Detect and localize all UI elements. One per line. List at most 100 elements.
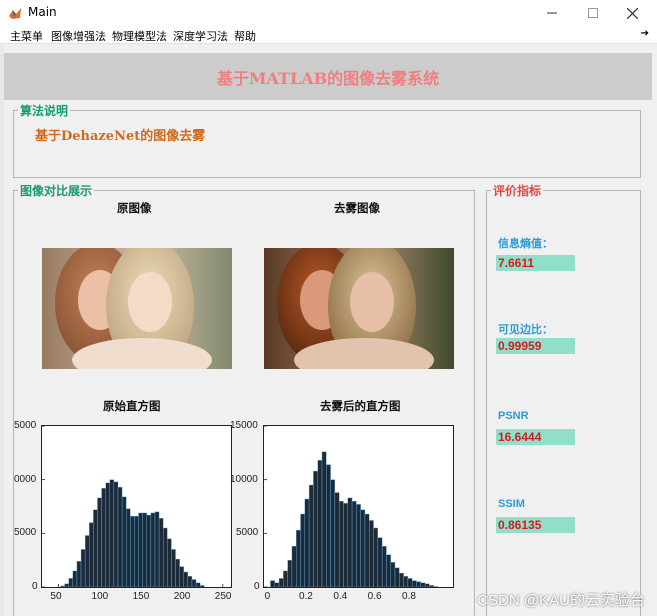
original-histogram-bar xyxy=(84,535,90,588)
original-histogram-bar xyxy=(126,508,131,588)
dehazed-histogram-ytick-label: 0 xyxy=(254,581,260,592)
close-icon xyxy=(627,7,638,19)
minimize-button[interactable] xyxy=(529,0,574,26)
original-histogram-bar xyxy=(117,486,123,588)
dehazed-histogram-bar xyxy=(369,520,374,588)
dehazed-histogram-bar xyxy=(356,504,361,588)
dehazed-histogram-bar xyxy=(334,492,340,588)
dehazed-histogram-bar xyxy=(274,582,280,588)
algorithm-panel: 算法说明 基于DehazeNet的图像去雾 xyxy=(13,102,641,178)
banner: 基于MATLAB的图像去雾系统 xyxy=(4,53,652,100)
original-histogram-xtick-label: 250 xyxy=(214,591,232,602)
dehazed-histogram-xtick-label: 0.4 xyxy=(333,591,348,602)
dehazed-histogram-bar xyxy=(308,484,314,588)
dehazed-histogram-bar xyxy=(390,562,396,588)
dehazed-histogram-bar xyxy=(364,513,370,588)
dehazed-histogram-bar xyxy=(330,479,336,588)
dehazed-image xyxy=(264,248,454,369)
original-histogram-bar xyxy=(163,527,168,588)
menu-overflow-arrow-icon[interactable]: ➔ xyxy=(641,28,649,39)
dehazed-histogram-bar xyxy=(296,529,301,588)
maximize-button[interactable] xyxy=(570,0,615,26)
app-window: Main 主菜单 图像增强法 物理模型法 深度学习法 帮助 ➔ 基于MATLAB… xyxy=(0,0,657,616)
original-histogram-bar xyxy=(76,561,82,588)
original-photo-graphic xyxy=(42,248,232,369)
menu-bar: 主菜单 图像增强法 物理模型法 深度学习法 帮助 ➔ xyxy=(0,26,657,44)
original-histogram-bar xyxy=(191,579,197,588)
dehazed-histogram-xtick-label: 0 xyxy=(264,591,271,602)
original-histogram-bar xyxy=(93,509,98,588)
dehazed-histogram-bar xyxy=(373,527,379,588)
original-histogram-bar xyxy=(97,497,102,588)
dehazed-histogram-bar xyxy=(351,500,357,588)
minimize-icon xyxy=(546,12,557,14)
dehazed-histogram-bar xyxy=(411,580,417,588)
original-histogram-bar xyxy=(89,522,94,588)
menu-deep-learning[interactable]: 深度学习法 xyxy=(173,28,228,44)
original-histogram-bar xyxy=(121,496,127,588)
algorithm-legend: 算法说明 xyxy=(18,102,71,119)
menu-physical-model[interactable]: 物理模型法 xyxy=(112,28,167,44)
ssim-label: SSIM xyxy=(498,498,525,510)
original-histogram-bar xyxy=(80,549,86,588)
original-histogram-ytick-label: 5000 xyxy=(14,420,37,431)
original-histogram-bar xyxy=(175,558,180,588)
ssim-value: 0.86135 xyxy=(496,517,575,533)
dehazed-histogram-bar xyxy=(429,585,434,588)
dehazed-histogram-bar xyxy=(304,498,310,588)
original-histogram-plot xyxy=(42,425,224,588)
metrics-legend: 评价指标 xyxy=(491,182,544,199)
dehazed-histogram-bar xyxy=(377,537,383,588)
original-histogram-bar xyxy=(130,515,135,588)
metrics-panel: 评价指标 xyxy=(486,182,641,616)
dehazed-histogram-bar xyxy=(424,583,430,588)
watermark-text: CSDN @KAU的云实验台 xyxy=(477,592,645,609)
psnr-value: 16.6444 xyxy=(496,429,575,445)
original-histogram-bar xyxy=(158,518,164,588)
dehazed-histogram-bar xyxy=(386,554,391,588)
close-button[interactable] xyxy=(610,0,655,26)
dehazed-histogram-bar xyxy=(403,576,409,588)
title-bar[interactable]: Main xyxy=(0,0,657,26)
edge-ratio-label: 可见边比： xyxy=(498,324,553,336)
edge-ratio-value: 0.99959 xyxy=(496,338,575,354)
original-histogram-bar xyxy=(105,482,110,588)
dehazed-histogram-bar xyxy=(433,586,439,588)
dehazed-histogram-title: 去雾后的直方图 xyxy=(320,399,401,413)
dehazed-histogram-bar xyxy=(347,497,353,588)
original-histogram-bar xyxy=(138,512,143,588)
dehazed-histogram-bar xyxy=(283,570,288,588)
dehazed-histogram-axes xyxy=(263,425,454,588)
original-histogram-bar xyxy=(142,512,147,588)
compare-legend: 图像对比展示 xyxy=(18,182,95,199)
dehazed-histogram-bar xyxy=(416,581,421,588)
banner-title: 基于MATLAB的图像去雾系统 xyxy=(216,68,440,88)
dehazed-histogram-bar xyxy=(420,582,426,588)
menu-image-enhancement[interactable]: 图像增强法 xyxy=(51,28,106,44)
original-histogram-bar xyxy=(101,488,106,588)
dehazed-histogram-bar xyxy=(300,513,306,588)
dehazed-histogram-bar xyxy=(381,546,387,588)
dehazed-histogram-ytick-label: 10000 xyxy=(230,473,258,485)
original-histogram-bar xyxy=(187,576,193,588)
dehazed-histogram-bar xyxy=(394,567,400,588)
original-histogram-ytick-label: 0000 xyxy=(14,473,37,485)
original-histogram-bar xyxy=(183,571,189,588)
algorithm-description: 基于DehazeNet的图像去雾 xyxy=(35,129,206,144)
dehazed-histogram-bar xyxy=(287,559,293,588)
original-histogram-bar xyxy=(64,583,69,588)
dehazed-histogram-bar xyxy=(360,509,366,588)
dehazed-histogram-bar xyxy=(313,470,318,588)
dehazed-histogram-xtick-label: 0.8 xyxy=(402,591,416,602)
dehazed-histogram-bar xyxy=(399,572,404,588)
original-histogram-bar xyxy=(199,585,205,588)
dehazed-histogram-bar xyxy=(338,500,344,588)
dehazed-histogram-xtick-label: 0.2 xyxy=(298,591,313,602)
original-histogram-ytick-label: 0 xyxy=(32,581,38,592)
menu-help[interactable]: 帮助 xyxy=(234,28,256,44)
entropy-label: 信息熵值： xyxy=(498,238,553,250)
dehazed-histogram-bar xyxy=(317,460,323,588)
menu-main[interactable]: 主菜单 xyxy=(10,28,43,44)
dehazed-histogram-bar xyxy=(343,503,348,588)
original-histogram-bar xyxy=(146,514,152,588)
